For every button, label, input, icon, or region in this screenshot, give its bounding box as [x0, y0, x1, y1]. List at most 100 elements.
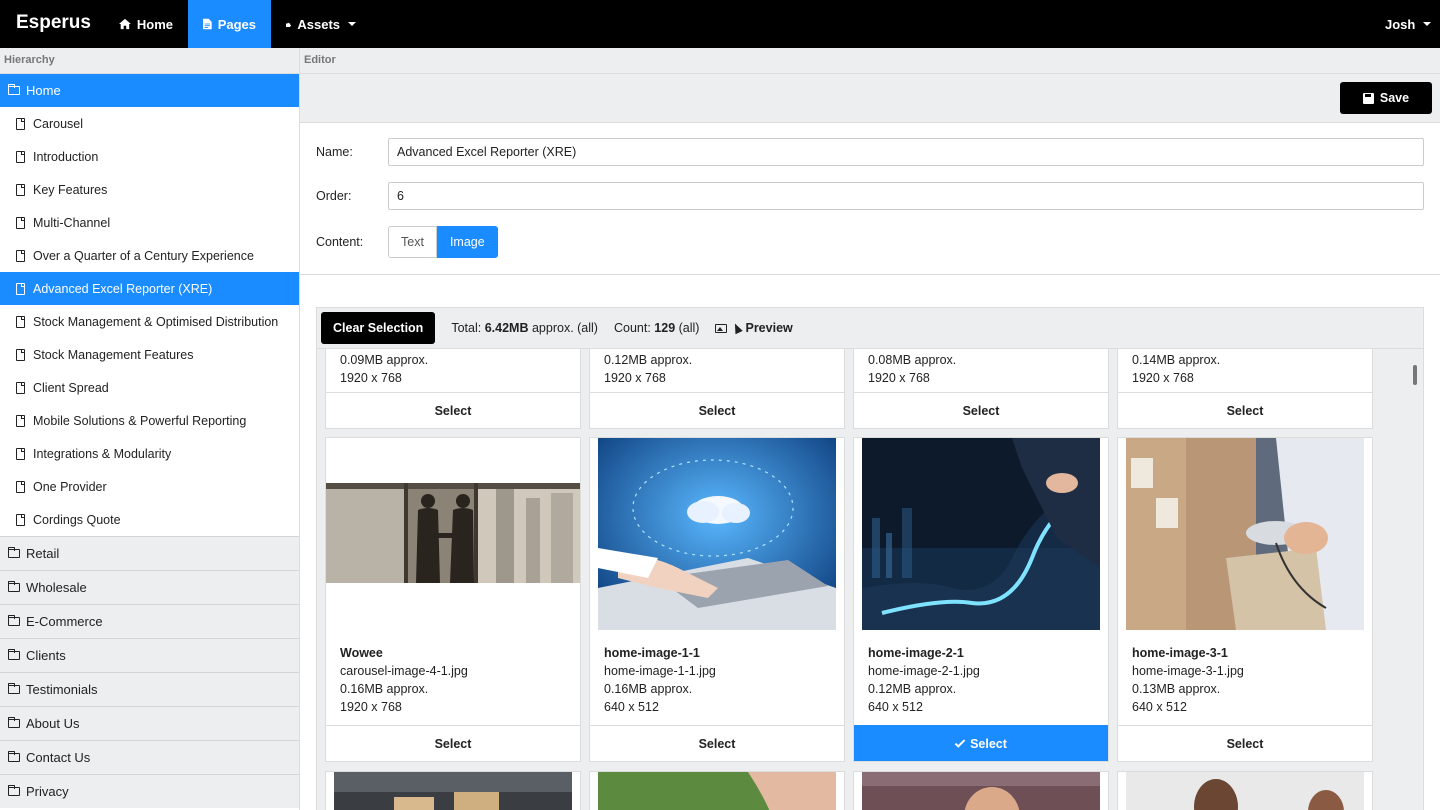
preview-label: Preview	[745, 321, 793, 335]
tree-item-label: Introduction	[33, 149, 99, 164]
tree-item-selected[interactable]: Advanced Excel Reporter (XRE)	[0, 272, 299, 305]
content-row: Content: Text Image	[316, 226, 498, 258]
select-button[interactable]: Select	[326, 725, 580, 761]
media-scrollbar[interactable]	[1407, 349, 1423, 810]
tree-item[interactable]: One Provider	[0, 470, 299, 503]
media-card	[325, 771, 581, 810]
content-image-button[interactable]: Image	[436, 226, 498, 258]
tree-folder[interactable]: Privacy	[0, 774, 299, 808]
tree-item-label: Mobile Solutions & Powerful Reporting	[33, 413, 247, 428]
tree-folder-label: Wholesale	[26, 580, 87, 595]
tree-folder[interactable]: E-Commerce	[0, 604, 299, 638]
name-input[interactable]: Advanced Excel Reporter (XRE)	[388, 138, 1424, 166]
tree-root-label: Home	[26, 83, 61, 98]
order-input[interactable]: 6	[388, 182, 1424, 210]
tree-item[interactable]: Cordings Quote	[0, 503, 299, 536]
clear-selection-button[interactable]: Clear Selection	[321, 312, 436, 344]
card-dims: 1920 x 768	[340, 371, 402, 385]
check-icon	[954, 736, 966, 748]
tree-item[interactable]: Client Spread	[0, 371, 299, 404]
nav-pages[interactable]: Pages	[188, 0, 271, 48]
brand-logo[interactable]: Esperus	[16, 12, 91, 34]
tree-item-label: Cordings Quote	[33, 512, 121, 527]
media-card: home-image-1-1 home-image-1-1.jpg 0.16MB…	[589, 437, 845, 762]
tree-folder-label: Testimonials	[26, 682, 98, 697]
tree-item-label: Stock Management Features	[33, 347, 194, 362]
tree-item[interactable]: Multi-Channel	[0, 206, 299, 239]
select-button-selected[interactable]: Select	[854, 725, 1108, 761]
select-button[interactable]: Select	[326, 392, 580, 428]
tree-item[interactable]: Integrations & Modularity	[0, 437, 299, 470]
card-dims: 640 x 512	[1132, 700, 1187, 714]
chevron-down-icon	[348, 22, 356, 26]
image-icon	[715, 323, 728, 333]
tree-item[interactable]: Stock Management & Optimised Distributio…	[0, 305, 299, 338]
card-size: 0.08MB approx.	[868, 353, 957, 367]
nav-home[interactable]: Home	[104, 0, 188, 48]
select-button[interactable]: Select	[590, 392, 844, 428]
save-icon	[1362, 92, 1374, 104]
tree-folder[interactable]: About Us	[0, 706, 299, 740]
tree-folder[interactable]: Contact Us	[0, 740, 299, 774]
file-icon	[16, 315, 25, 328]
tree-item[interactable]: Over a Quarter of a Century Experience	[0, 239, 299, 272]
tree-item[interactable]: Introduction	[0, 140, 299, 173]
tree-item[interactable]: Mobile Solutions & Powerful Reporting	[0, 404, 299, 437]
tree-folder-label: Contact Us	[26, 750, 91, 765]
tree-folder[interactable]: Clients	[0, 638, 299, 672]
file-icon	[16, 381, 25, 394]
select-button[interactable]: Select	[590, 725, 844, 761]
thumbnail-green-hand[interactable]	[598, 772, 836, 810]
card-dims: 1920 x 768	[340, 700, 402, 714]
file-icon	[16, 150, 25, 163]
save-button[interactable]: Save	[1340, 82, 1432, 114]
tree-item-label: Multi-Channel	[33, 215, 111, 230]
select-button[interactable]: Select	[1118, 725, 1372, 761]
folder-icon	[7, 546, 20, 558]
card-dims: 1920 x 768	[604, 371, 666, 385]
file-icon	[16, 447, 25, 460]
thumbnail-handshake[interactable]	[326, 438, 580, 630]
tree-item[interactable]: Key Features	[0, 173, 299, 206]
tree-folder[interactable]: Wholesale	[0, 570, 299, 604]
card-filename: home-image-3-1.jpg	[1132, 664, 1244, 678]
tree-folder[interactable]: Testimonials	[0, 672, 299, 706]
thumbnail-growth-arrow[interactable]	[862, 438, 1100, 630]
preview-toggle[interactable]: Preview	[715, 321, 793, 335]
select-label: Select	[970, 736, 1007, 751]
scrollbar-thumb[interactable]	[1413, 365, 1417, 385]
tree-root-home[interactable]: Home	[0, 74, 299, 107]
folder-icon	[7, 614, 20, 626]
media-toolbar: Clear Selection Total: 6.42MB approx. (a…	[317, 308, 1423, 349]
card-size: 0.16MB approx.	[604, 682, 693, 696]
file-icon	[203, 18, 212, 30]
thumbnail-shop-person[interactable]	[862, 772, 1100, 810]
file-icon	[16, 216, 25, 229]
order-row: Order: 6	[316, 182, 1424, 210]
nav-assets-dropdown[interactable]: Assets	[271, 0, 371, 48]
order-label: Order:	[316, 189, 352, 203]
select-button[interactable]: Select	[1118, 392, 1372, 428]
name-row: Name: Advanced Excel Reporter (XRE)	[316, 138, 1424, 166]
thumbnail-warehouse-scanner[interactable]	[1126, 438, 1364, 630]
card-dims: 1920 x 768	[868, 371, 930, 385]
tree-folder[interactable]: Retail	[0, 536, 299, 570]
tree-item[interactable]: Carousel	[0, 107, 299, 140]
thumbnail-two-people[interactable]	[1126, 772, 1364, 810]
tree-item-label: Carousel	[33, 116, 84, 131]
thumbnail-boxes-keyboard[interactable]	[334, 772, 572, 810]
select-button[interactable]: Select	[854, 392, 1108, 428]
puzzle-icon	[286, 22, 291, 27]
media-card: 0.09MB approx. 1920 x 768 Select	[325, 349, 581, 429]
media-card	[853, 771, 1109, 810]
media-card: home-image-2-1 home-image-2-1.jpg 0.12MB…	[853, 437, 1109, 762]
tree-item[interactable]: Stock Management Features	[0, 338, 299, 371]
user-menu[interactable]: Josh	[1364, 0, 1436, 48]
thumbnail-cloud-laptop[interactable]	[598, 438, 836, 630]
content-text-button[interactable]: Text	[388, 226, 437, 258]
card-filename: carousel-image-4-1.jpg	[340, 664, 468, 678]
card-size: 0.16MB approx.	[340, 682, 429, 696]
media-card	[589, 771, 845, 810]
cursor-icon	[731, 321, 744, 335]
nav-home-label: Home	[136, 16, 173, 32]
